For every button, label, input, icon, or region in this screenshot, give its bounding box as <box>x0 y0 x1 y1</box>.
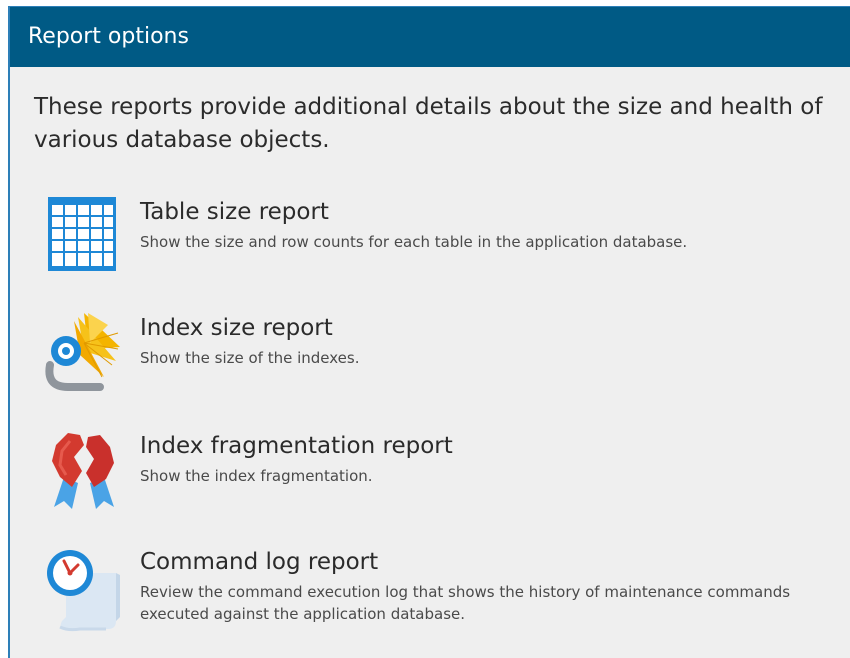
panel-header: Report options <box>10 7 850 67</box>
panel-title: Report options <box>28 24 189 49</box>
report-item-index-size[interactable]: Index size report Show the size of the i… <box>44 313 844 403</box>
report-title: Table size report <box>140 199 329 225</box>
table-grid-icon <box>44 197 120 277</box>
report-description: Show the size and row counts for each ta… <box>140 233 688 251</box>
report-description: Review the command execution log that sh… <box>140 583 791 623</box>
report-title: Command log report <box>140 549 379 575</box>
report-title: Index fragmentation report <box>140 433 453 459</box>
report-item-index-fragmentation[interactable]: Index fragmentation report Show the inde… <box>44 431 844 521</box>
report-item-command-log[interactable]: Command log report Review the command ex… <box>44 547 844 637</box>
index-lens-icon <box>44 313 120 393</box>
broken-ribbon-icon <box>44 431 120 511</box>
report-description: Show the size of the indexes. <box>140 349 360 367</box>
report-item-table-size[interactable]: Table size report Show the size and row … <box>44 197 844 287</box>
report-options-panel: Report options These reports provide add… <box>8 6 850 658</box>
report-description: Show the index fragmentation. <box>140 467 373 485</box>
report-title: Index size report <box>140 315 333 341</box>
intro-text: These reports provide additional details… <box>34 94 823 153</box>
clock-log-icon <box>44 547 120 632</box>
